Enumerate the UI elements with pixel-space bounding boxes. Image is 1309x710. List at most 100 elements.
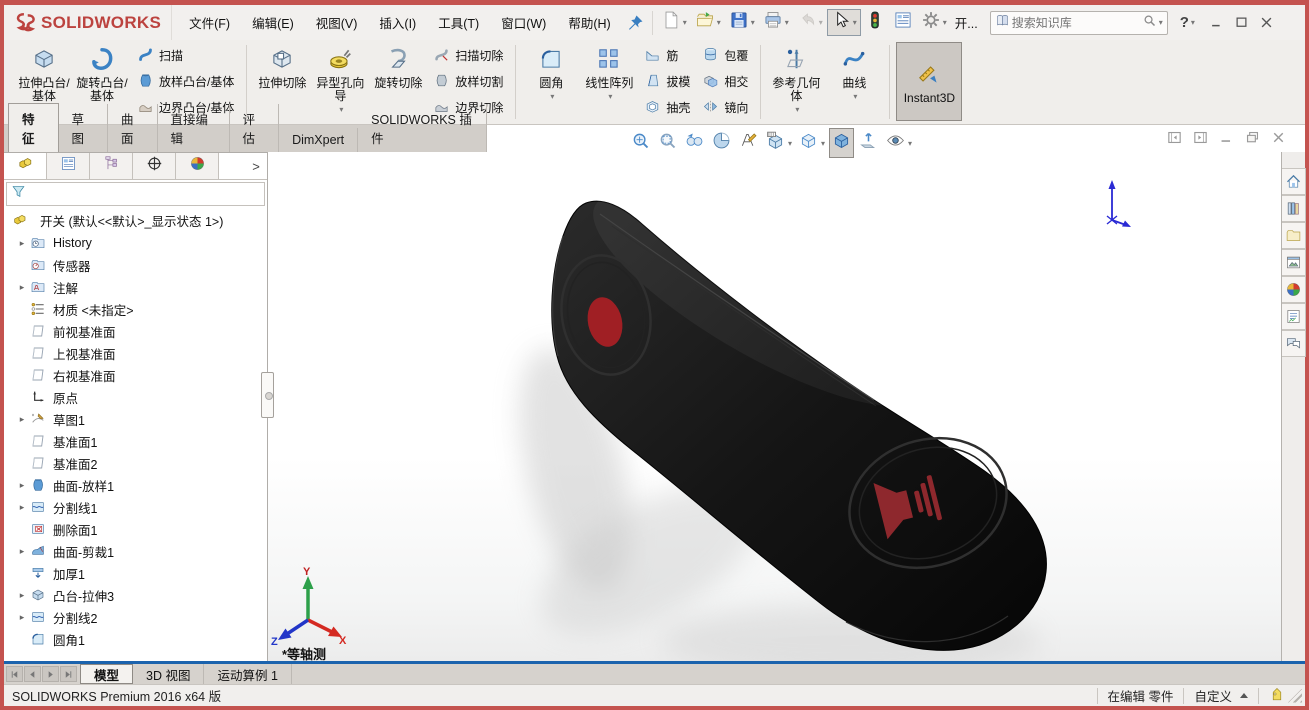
maximize-icon[interactable] [1234,15,1249,30]
ribbon-revolve-cut-button[interactable]: 旋转切除 [369,42,427,92]
menu-file[interactable]: 文件(F) [178,9,241,36]
minimize-icon[interactable] [1209,15,1224,30]
expander-icon[interactable]: ▸ [14,238,30,249]
displaymanager-tab[interactable] [176,153,219,179]
ribbon-mirror-button[interactable]: 镜向 [696,95,754,121]
expander-icon[interactable]: ▸ [14,414,30,425]
menu-view[interactable]: 视图(V) [305,9,369,36]
chevron-down-icon[interactable]: ▾ [717,18,721,27]
tree-item-surface-trim1[interactable]: ▸ 曲面-剪裁1 [4,540,267,562]
tab-特征[interactable]: 特征 [8,103,59,152]
resize-grip[interactable] [1288,688,1302,703]
zoom-to-fit-button[interactable] [628,128,653,158]
part-3d-model[interactable] [268,152,1281,661]
chevron-down-icon[interactable]: ▾ [853,18,857,27]
ribbon-curves-button[interactable]: 曲线 ▾ [825,42,883,105]
ribbon-reference-geometry-button[interactable]: 参考几何体 ▾ [767,42,825,118]
featuremanager-tree-tab[interactable] [4,153,47,179]
file-explorer-button[interactable] [1281,222,1306,249]
chevron-down-icon[interactable]: ▾ [795,103,799,116]
chevron-down-icon[interactable]: ▾ [821,139,825,148]
dynamic-annotation-views-button[interactable] [736,128,761,158]
chevron-down-icon[interactable]: ▾ [819,18,823,27]
ribbon-wrap-button[interactable]: 包覆 [696,43,754,69]
panel-splitter-handle[interactable] [261,372,274,418]
close-icon[interactable] [1259,15,1274,30]
tree-item-sketch1[interactable]: ▸ 草图1 [4,408,267,430]
rebuild-traffic-light-button[interactable] [861,9,889,36]
search-icon[interactable] [1142,13,1157,33]
chevron-down-icon[interactable]: ▾ [751,18,755,27]
ribbon-shell-button[interactable]: 抽壳 [638,95,696,121]
chevron-down-icon[interactable]: ▾ [943,18,947,27]
view-settings-button[interactable] [856,128,881,158]
menu-help[interactable]: 帮助(H) [557,9,621,36]
tree-root-part[interactable]: 开关 (默认<<默认>_显示状态 1>) [4,208,267,232]
tree-item-origin[interactable]: 原点 [4,386,267,408]
chevron-down-icon[interactable]: ▾ [908,139,912,148]
menu-tools[interactable]: 工具(T) [427,9,490,36]
tree-item-fillet1[interactable]: 圆角1 [4,628,267,650]
chevron-down-icon[interactable]: ▾ [608,90,612,103]
close-document-button[interactable] [1270,129,1287,151]
tree-item-front-plane[interactable]: 前视基准面 [4,320,267,342]
ribbon-sweep-cut-button[interactable]: 扫描切除 [427,43,509,69]
chevron-down-icon[interactable]: ▾ [853,90,857,103]
open-document-button[interactable]: ▾ [691,9,725,36]
section-view-button[interactable] [709,128,734,158]
ribbon-fillet-button[interactable]: 圆角 ▾ [522,42,580,105]
configurationmanager-tab[interactable] [90,153,133,179]
undo-button[interactable]: ▾ [793,9,827,36]
tree-item-split-line1[interactable]: ▸ 分割线1 [4,496,267,518]
tree-item-right-plane[interactable]: 右视基准面 [4,364,267,386]
tree-item-delete-face1[interactable]: 删除面1 [4,518,267,540]
chevron-down-icon[interactable]: ▾ [788,139,792,148]
tree-item-material[interactable]: 材质 <未指定> [4,298,267,320]
expander-icon[interactable]: ▸ [14,612,30,623]
previous-view-button[interactable] [682,128,707,158]
expander-icon[interactable]: ▸ [14,282,30,293]
chevron-down-icon[interactable]: ▾ [785,18,789,27]
restore-document-button[interactable] [1244,129,1261,151]
pin-icon[interactable] [622,9,648,36]
menu-edit[interactable]: 编辑(E) [241,9,305,36]
tree-item-split-line2[interactable]: ▸ 分割线2 [4,606,267,628]
ribbon-instant3d-button[interactable]: Instant3D [896,42,963,121]
tree-filter[interactable] [6,182,265,206]
menu-insert[interactable]: 插入(I) [368,9,427,36]
appearances-scenes-button[interactable] [1281,276,1306,303]
minimize-document-button[interactable] [1218,129,1235,151]
collapse-pane-left-button[interactable] [1166,129,1183,151]
tree-item-sensors[interactable]: 传感器 [4,254,267,276]
chevron-down-icon[interactable]: ▾ [339,103,343,116]
ribbon-linear-pattern-button[interactable]: 线性阵列 ▾ [580,42,638,105]
ribbon-extrude-cut-button[interactable]: 拉伸切除 [253,42,311,92]
expander-icon[interactable]: ▸ [14,502,30,513]
display-style-button[interactable] [829,128,855,158]
tab-曲面[interactable]: 曲面 [108,104,158,152]
tree-item-top-plane[interactable]: 上视基准面 [4,342,267,364]
ribbon-revolve-boss-base-button[interactable]: 旋转凸台/基体 [73,42,131,105]
panel-expand-arrow[interactable]: > [245,153,267,179]
tree-item-plane1[interactable]: 基准面1 [4,430,267,452]
apply-scene-button[interactable]: ▾ [763,128,794,158]
ribbon-loft-boss-base-button[interactable]: 放样凸台/基体 [131,69,240,95]
bottom-tab-3d-视图[interactable]: 3D 视图 [133,664,205,684]
options-list-button[interactable] [889,9,917,36]
propertymanager-tab[interactable] [47,153,90,179]
tab-dimxpert[interactable]: DimXpert [279,128,359,152]
help-button[interactable]: ? ▾ [1176,14,1199,31]
tree-item-surface-loft1[interactable]: ▸ 曲面-放样1 [4,474,267,496]
tab-评估[interactable]: 评估 [230,104,280,152]
tab-直接编辑[interactable]: 直接编辑 [158,104,230,152]
toolbar-overflow-button[interactable]: 开... [955,13,978,32]
menu-window[interactable]: 窗口(W) [490,9,557,36]
bottom-tab-模型[interactable]: 模型 [80,664,134,684]
chevron-down-icon[interactable]: ▾ [683,18,687,27]
tab-草图[interactable]: 草图 [59,104,109,152]
dimxpertmanager-tab[interactable] [133,153,176,179]
expander-icon[interactable]: ▸ [14,546,30,557]
tree-item-plane2[interactable]: 基准面2 [4,452,267,474]
select-cursor-button[interactable]: ▾ [826,9,861,36]
zoom-to-area-button[interactable] [655,128,680,158]
